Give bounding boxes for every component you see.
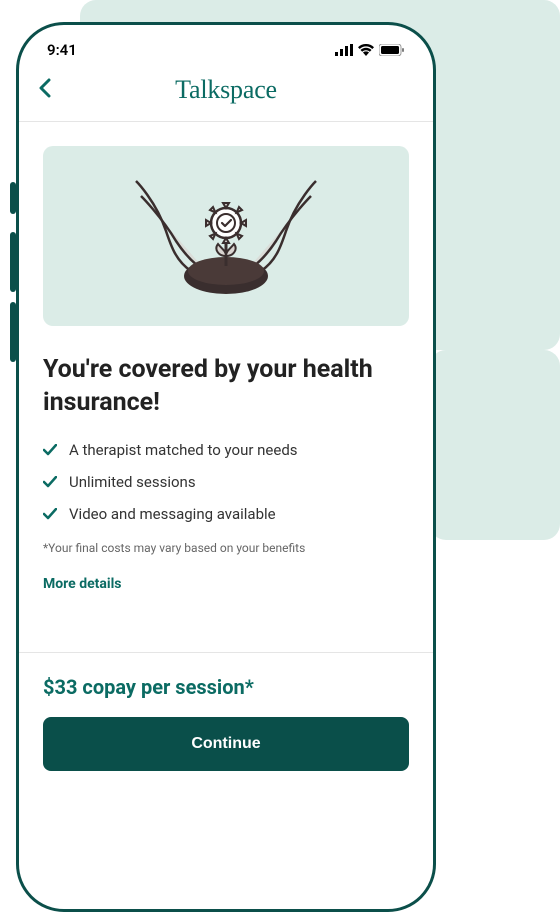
more-details-link[interactable]: More details (43, 576, 121, 592)
benefits-list: A therapist matched to your needs Unlimi… (43, 441, 409, 523)
benefit-item: Video and messaging available (43, 505, 409, 523)
main-content: You're covered by your health insurance!… (19, 122, 433, 652)
phone-frame: 9:41 Talkspace (16, 22, 436, 912)
continue-button[interactable]: Continue (43, 717, 409, 771)
benefit-item: Unlimited sessions (43, 473, 409, 491)
wifi-icon (358, 44, 374, 56)
battery-icon (379, 44, 405, 56)
hero-illustration (43, 146, 409, 326)
chevron-left-icon (39, 78, 51, 98)
benefit-text: A therapist matched to your needs (69, 441, 298, 459)
page-heading: You're covered by your health insurance! (43, 354, 409, 419)
phone-volume-up (10, 232, 16, 292)
check-icon (43, 444, 57, 456)
brand-logo: Talkspace (39, 75, 413, 105)
benefit-text: Video and messaging available (69, 505, 276, 523)
back-button[interactable] (39, 78, 51, 102)
decorative-bg-right (430, 350, 560, 540)
status-time: 9:41 (47, 41, 77, 59)
cellular-icon (335, 44, 353, 56)
check-icon (43, 508, 57, 520)
app-header: Talkspace (19, 67, 433, 122)
status-icons (335, 44, 405, 56)
footer: $33 copay per session* Continue (19, 652, 433, 793)
phone-volume-down (10, 302, 16, 362)
benefit-item: A therapist matched to your needs (43, 441, 409, 459)
status-bar: 9:41 (19, 25, 433, 67)
check-icon (43, 476, 57, 488)
hands-plant-icon (106, 161, 346, 311)
copay-text: $33 copay per session* (43, 675, 409, 699)
fine-print: *Your final costs may vary based on your… (43, 541, 409, 555)
benefit-text: Unlimited sessions (69, 473, 196, 491)
phone-side-button (10, 182, 16, 214)
